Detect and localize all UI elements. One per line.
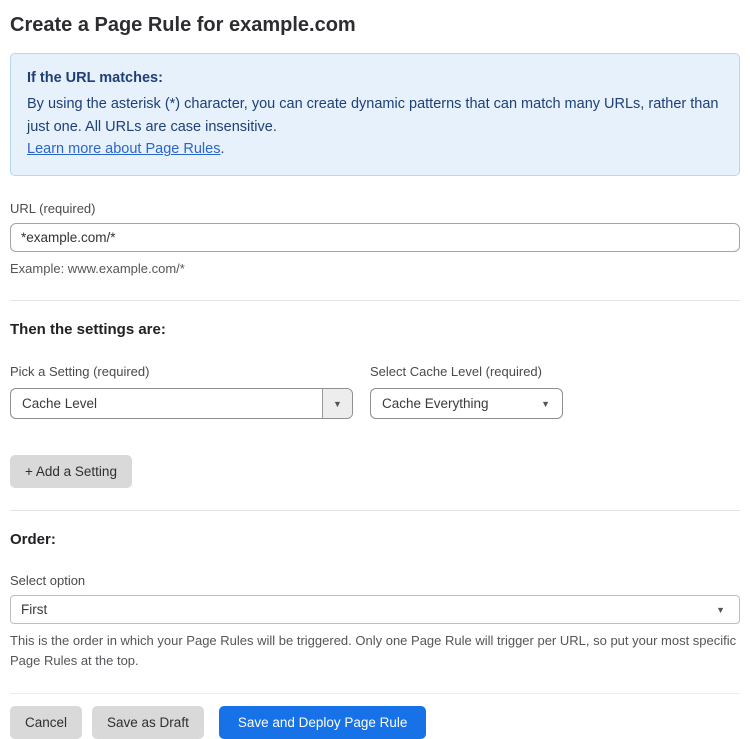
dropdown-arrow-segment[interactable]: ▼ <box>322 389 352 419</box>
divider <box>10 510 740 512</box>
order-select-value: First <box>21 602 48 618</box>
cache-level-value: Cache Everything <box>382 396 489 412</box>
chevron-down-icon: ▼ <box>541 398 550 409</box>
info-box-heading: If the URL matches: <box>27 70 163 86</box>
footer-button-row: Cancel Save as Draft Save and Deploy Pag… <box>10 706 740 739</box>
url-input[interactable] <box>10 222 740 252</box>
add-setting-button[interactable]: + Add a Setting <box>10 455 132 489</box>
info-link-line: Learn more about Page Rules. <box>27 138 723 160</box>
order-select[interactable]: First ▼ <box>10 595 740 625</box>
pick-setting-dropdown[interactable]: Cache Level ▼ <box>10 388 353 420</box>
divider <box>10 300 740 302</box>
url-match-info-box: If the URL matches: By using the asteris… <box>10 53 740 176</box>
cancel-button[interactable]: Cancel <box>10 706 83 739</box>
save-and-deploy-button[interactable]: Save and Deploy Page Rule <box>218 706 427 739</box>
page-title: Create a Page Rule for example.com <box>10 14 356 36</box>
url-example-helper: Example: www.example.com/* <box>10 260 185 276</box>
save-as-draft-button[interactable]: Save as Draft <box>92 706 204 739</box>
cache-level-label: Select Cache Level (required) <box>370 364 542 380</box>
order-select-label: Select option <box>10 573 86 589</box>
info-box-body: By using the asterisk (*) character, you… <box>27 96 719 135</box>
pick-setting-value: Cache Level <box>22 396 98 412</box>
link-suffix: . <box>220 141 225 158</box>
chevron-down-icon: ▼ <box>716 604 725 615</box>
divider <box>10 693 740 695</box>
url-field-label: URL (required) <box>10 200 96 216</box>
cache-level-dropdown[interactable]: Cache Everything ▼ <box>370 388 563 420</box>
settings-row: Pick a Setting (required) Cache Level ▼ … <box>10 364 740 420</box>
cache-level-column: Select Cache Level (required) Cache Ever… <box>370 364 670 420</box>
learn-more-link[interactable]: Learn more about Page Rules <box>27 141 220 157</box>
order-helper-text: This is the order in which your Page Rul… <box>10 633 737 668</box>
create-page-rule-form: Create a Page Rule for example.com If th… <box>0 0 750 739</box>
chevron-down-icon: ▼ <box>333 398 342 409</box>
pick-setting-column: Pick a Setting (required) Cache Level ▼ <box>10 364 370 420</box>
pick-setting-label: Pick a Setting (required) <box>10 364 150 380</box>
settings-section-heading: Then the settings are: <box>10 321 166 339</box>
order-section-heading: Order: <box>10 531 56 549</box>
